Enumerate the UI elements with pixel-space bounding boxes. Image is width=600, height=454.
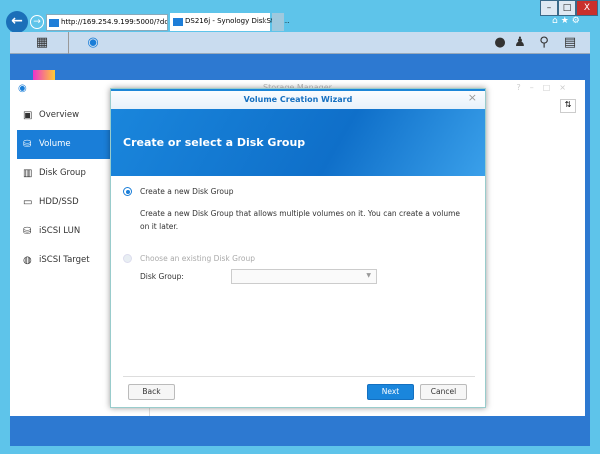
desktop-icon[interactable] <box>33 70 55 80</box>
forward-button[interactable]: → <box>30 15 44 29</box>
wizard-heading: Create or select a Disk Group <box>123 136 306 149</box>
user-icon[interactable]: ♟ <box>510 35 530 50</box>
back-button[interactable]: ← <box>6 11 28 33</box>
sort-button[interactable]: ⇅ <box>560 99 576 113</box>
volume-icon: ⛁ <box>23 139 32 150</box>
sidebar-item-hdd-ssd[interactable]: ▭ HDD/SSD <box>17 188 110 217</box>
widgets-icon[interactable]: ▤ <box>560 35 580 50</box>
create-new-description: Create a new Disk Group that allows mult… <box>140 209 461 231</box>
lun-icon: ⛁ <box>23 226 32 237</box>
label: iSCSI LUN <box>39 226 81 236</box>
volume-creation-wizard: Volume Creation Wizard × Create or selec… <box>110 88 486 408</box>
minimize-button[interactable]: – <box>540 0 558 16</box>
next-button[interactable]: Next <box>367 384 414 400</box>
address-text: http://169.254.9.199:5000/?dc=1 <box>61 18 168 26</box>
disk-group-select[interactable]: ▼ <box>231 269 377 284</box>
label: HDD/SSD <box>39 197 79 207</box>
overview-icon: ▣ <box>23 110 33 121</box>
hdd-icon: ▭ <box>23 197 33 208</box>
main-menu-icon[interactable]: ▦ <box>32 35 52 50</box>
create-new-label: Create a new Disk Group <box>140 187 234 196</box>
favicon-icon <box>173 18 183 26</box>
create-new-radio[interactable] <box>123 187 132 196</box>
label: Volume <box>39 139 71 149</box>
storage-manager-icon: ◉ <box>18 83 27 94</box>
notifications-icon[interactable]: ● <box>490 35 510 50</box>
sidebar-item-iscsi-target[interactable]: ◍ iSCSI Target <box>17 246 110 275</box>
sidebar-item-iscsi-lun[interactable]: ⛁ iSCSI LUN <box>17 217 110 246</box>
label: Disk Group <box>39 168 86 178</box>
search-icon[interactable]: ⚲ <box>534 35 554 50</box>
disk-group-icon: ▥ <box>23 168 33 179</box>
wizard-banner: Create or select a Disk Group <box>111 109 485 176</box>
dsm-taskbar: ▦ ◉ ● ♟ ⚲ ▤ <box>10 32 590 54</box>
favicon-icon <box>49 19 59 27</box>
close-icon[interactable]: × <box>468 91 477 104</box>
cancel-button[interactable]: Cancel <box>420 384 467 400</box>
wizard-footer-divider <box>123 376 475 377</box>
sidebar-item-disk-group[interactable]: ▥ Disk Group <box>17 159 110 188</box>
close-window-button[interactable]: X <box>576 0 598 16</box>
sidebar-item-overview[interactable]: ▣ Overview <box>17 101 110 130</box>
home-star-gear-icons[interactable]: ⌂★⚙ <box>552 16 583 26</box>
disk-group-label: Disk Group: <box>140 272 184 281</box>
wizard-title: Volume Creation Wizard <box>111 89 485 109</box>
browser-tab[interactable]: DS216j - Synology DiskStati... × <box>170 13 289 31</box>
window-controls[interactable]: ?–□× <box>516 83 575 92</box>
address-bar[interactable]: http://169.254.9.199:5000/?dc=1 <box>46 14 168 31</box>
label: iSCSI Target <box>39 255 90 265</box>
sidebar-item-volume[interactable]: ⛁ Volume <box>17 130 110 159</box>
new-tab-button[interactable] <box>272 13 284 31</box>
chevron-down-icon: ▼ <box>366 272 371 279</box>
choose-existing-radio[interactable] <box>123 254 132 263</box>
choose-existing-label: Choose an existing Disk Group <box>140 254 255 263</box>
globe-icon: ◍ <box>23 255 32 266</box>
label: Overview <box>39 110 80 120</box>
close-tab-icon[interactable]: × <box>261 13 267 30</box>
storage-manager-taskbar-icon[interactable]: ◉ <box>83 35 103 50</box>
back-button[interactable]: Back <box>128 384 175 400</box>
maximize-button[interactable]: □ <box>558 0 576 16</box>
